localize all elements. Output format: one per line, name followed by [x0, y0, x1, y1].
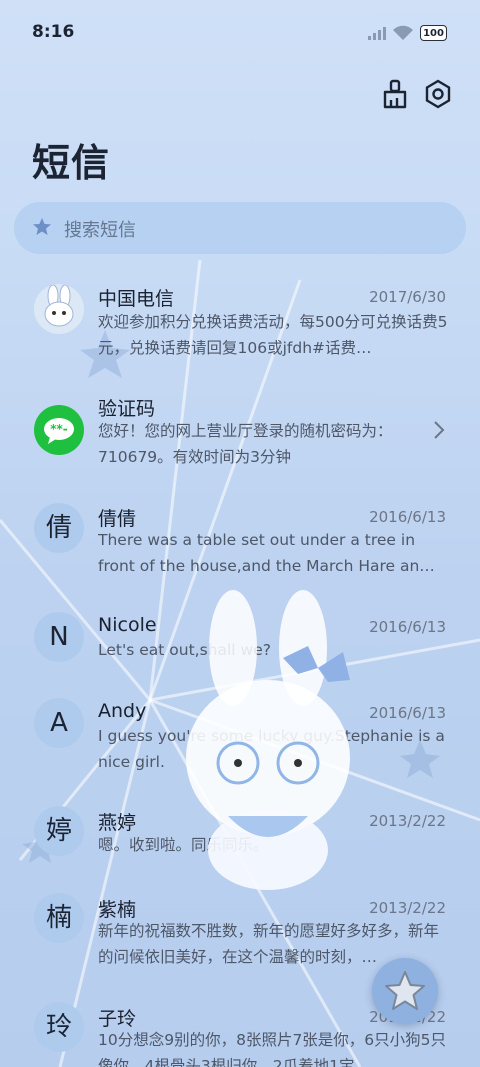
search-placeholder: 搜索短信 [64, 220, 136, 241]
svg-text:**-: **- [50, 422, 68, 436]
message-preview: 您好！您的网上营业厅登录的随机密码为：710679。有效时间为3分钟 [98, 422, 393, 466]
bunny-decoration-icon [186, 590, 350, 890]
page-title: 短信 [32, 141, 111, 185]
search-bar[interactable]: 搜索短信 [14, 202, 466, 254]
signal-icon [368, 27, 386, 40]
conversation-item[interactable]: **- 验证码 您好！您的网上营业厅登录的随机密码为：710679。有效时间为3… [0, 392, 480, 488]
avatar: 婷 [34, 806, 84, 856]
message-date: 2016/6/13 [369, 618, 446, 636]
conversation-item[interactable]: 中国电信 2017/6/30 欢迎参加积分兑换话费活动，每500分可兑换话费5元… [0, 280, 480, 376]
avatar: A [34, 698, 84, 748]
message-preview: There was a table set out under a tree i… [98, 531, 435, 575]
star-icon [33, 218, 51, 235]
message-date: 2013/2/22 [369, 812, 446, 830]
avatar: 玲 [34, 1002, 84, 1052]
message-date: 2016/6/13 [369, 704, 446, 722]
message-date: 2017/6/30 [369, 288, 446, 306]
status-time: 8:16 [32, 22, 75, 42]
bunny-avatar-icon [44, 284, 74, 327]
status-bar: 8:16 100 [0, 0, 480, 68]
avatar [34, 284, 84, 334]
avatar: 倩 [34, 503, 84, 553]
avatar: N [34, 612, 84, 662]
verification-chat-icon: **- [44, 418, 74, 444]
contact-name: Andy [98, 700, 147, 722]
gear-icon[interactable] [422, 78, 454, 110]
message-preview: 10分想念9别的你，8张照片7张是你，6只小狗5只像你，4根骨头3根归你，2爪着… [98, 1031, 447, 1067]
battery-indicator: 100 [420, 25, 447, 41]
favorites-fab-button[interactable] [372, 958, 438, 1024]
avatar: 楠 [34, 893, 84, 943]
conversation-item[interactable]: 倩 倩倩 2016/6/13 There was a table set out… [0, 502, 480, 598]
contact-name: 中国电信 [98, 288, 175, 310]
contact-name: Nicole [98, 614, 157, 636]
contact-name: 验证码 [98, 398, 156, 420]
message-preview: 欢迎参加积分兑换话费活动，每500分可兑换话费5元，兑换话费请回复106或jfd… [98, 313, 448, 357]
broom-icon[interactable] [380, 78, 412, 110]
wifi-icon [393, 25, 413, 40]
message-date: 2013/2/22 [369, 899, 446, 917]
contact-name: 燕婷 [98, 812, 137, 834]
avatar: **- [34, 405, 84, 455]
star-icon [385, 971, 425, 1010]
chevron-right-icon [434, 421, 445, 439]
message-date: 2016/6/13 [369, 508, 446, 526]
